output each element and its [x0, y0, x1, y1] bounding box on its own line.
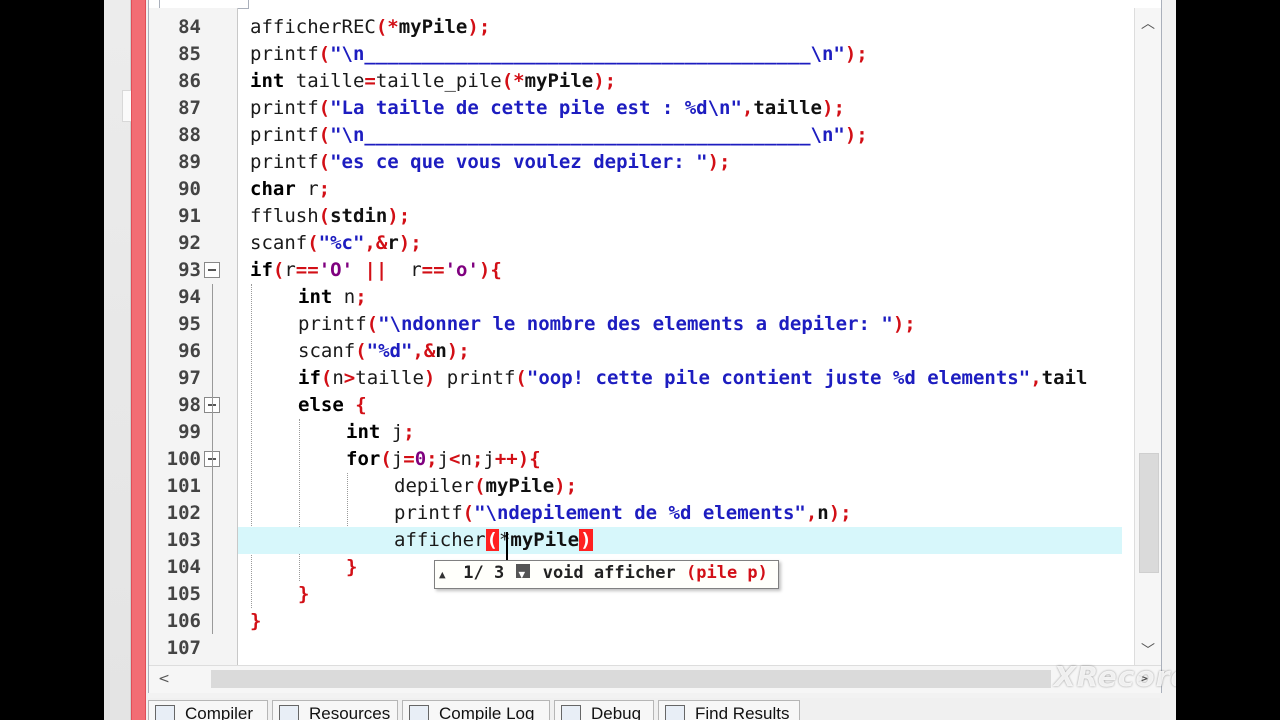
code-editor[interactable]: 84 85 86 87 88 89 90 91 92 93 94 95 96 9…	[148, 0, 1162, 693]
tab-debug[interactable]: Debug	[554, 700, 654, 720]
line-number: 97	[178, 367, 201, 389]
line-number: 102	[166, 502, 201, 524]
fold-toggle-icon[interactable]	[204, 262, 220, 278]
tab-find-results[interactable]: Find Results	[658, 700, 800, 720]
debug-icon	[561, 705, 581, 720]
scroll-thumb[interactable]	[1139, 453, 1159, 573]
signature-text: void afficher	[542, 563, 686, 583]
bottom-panel-tabs: Compiler Resources Compile Log Debug Fin…	[148, 698, 1160, 720]
scroll-thumb[interactable]	[211, 670, 1051, 688]
line-number-gutter: 84 85 86 87 88 89 90 91 92 93 94 95 96 9…	[149, 8, 238, 665]
line-number: 104	[166, 556, 201, 578]
line-number: 100	[149, 446, 237, 473]
scroll-down-icon[interactable]: ﹀	[1140, 643, 1156, 659]
code-line: fflush(stdin);	[250, 205, 411, 227]
scroll-left-icon[interactable]: <	[155, 670, 173, 688]
current-code-line[interactable]: afficher(*myPile)	[238, 527, 1122, 554]
indent-guide	[299, 419, 300, 581]
code-line: }	[250, 610, 262, 632]
code-line: char r;	[250, 178, 331, 200]
line-number: 91	[178, 205, 201, 227]
previous-overload-icon[interactable]	[437, 562, 451, 587]
ide-window: 84 85 86 87 88 89 90 91 92 93 94 95 96 9…	[104, 0, 1176, 720]
tab-compiler[interactable]: Compiler	[148, 700, 268, 720]
code-line: printf("\ndepilement de %d elements",n);	[394, 502, 852, 524]
line-number: 96	[178, 340, 201, 362]
line-number: 89	[178, 151, 201, 173]
code-line: if(n>taille) printf("oop! cette pile con…	[298, 367, 1088, 389]
line-number: 98	[149, 392, 237, 419]
signature-tooltip[interactable]: 1/ 3 void afficher (pile p)	[434, 560, 779, 589]
fold-line	[212, 284, 213, 634]
line-number: 101	[166, 475, 201, 497]
code-line: if(r=='O' || r=='o'){	[250, 259, 502, 281]
code-line: for(j=0;j<n;j++){	[346, 448, 541, 470]
line-number: 99	[178, 421, 201, 443]
line-number: 103	[166, 529, 201, 551]
line-number: 106	[166, 610, 201, 632]
tab-resources[interactable]: Resources	[272, 700, 398, 720]
tab-compile-log[interactable]: Compile Log	[402, 700, 550, 720]
code-line: printf("\n______________________________…	[250, 124, 868, 146]
line-number: 84	[178, 16, 201, 38]
code-line: else {	[298, 394, 367, 416]
code-line: printf("es ce que vous voulez depiler: "…	[250, 151, 731, 173]
vertical-scrollbar[interactable]: ︿ ﹀	[1134, 8, 1161, 665]
signature-param: (pile p)	[686, 563, 768, 583]
line-number: 92	[178, 232, 201, 254]
line-number: 94	[178, 286, 201, 308]
left-toolbar-strip	[104, 0, 132, 720]
line-number: 87	[178, 97, 201, 119]
line-number: 95	[178, 313, 201, 335]
recording-indicator-bar	[131, 0, 146, 720]
indent-guide	[251, 284, 252, 608]
line-number: 90	[178, 178, 201, 200]
line-number: 88	[178, 124, 201, 146]
code-line: scanf("%d",&n);	[298, 340, 470, 362]
code-line: afficherREC(*myPile);	[250, 16, 491, 38]
compiler-icon	[155, 705, 175, 720]
code-line: int j;	[346, 421, 415, 443]
code-line: depiler(myPile);	[394, 475, 578, 497]
overload-counter: 1/ 3	[463, 563, 505, 583]
line-number: 86	[178, 70, 201, 92]
code-line: printf("La taille de cette pile est : %d…	[250, 97, 845, 119]
code-line: int taille=taille_pile(*myPile);	[250, 70, 617, 92]
line-number: 93	[149, 257, 237, 284]
compile-log-icon	[409, 705, 429, 720]
code-line: printf("\n______________________________…	[250, 43, 868, 65]
resources-icon	[279, 705, 299, 720]
line-number: 105	[166, 583, 201, 605]
line-number: 107	[166, 637, 201, 659]
code-line: printf("\ndonner le nombre des elements …	[298, 313, 916, 335]
code-text-area[interactable]: afficherREC(*myPile); printf("\n________…	[238, 8, 1122, 665]
horizontal-scrollbar[interactable]: < >	[149, 665, 1161, 693]
code-line: int n;	[298, 286, 367, 308]
recorder-watermark: XRecorder	[1054, 660, 1176, 693]
line-number: 85	[178, 43, 201, 65]
find-results-icon	[665, 705, 685, 720]
scroll-up-icon[interactable]: ︿	[1140, 16, 1156, 32]
next-overload-icon[interactable]	[516, 562, 531, 587]
code-line: scanf("%c",&r);	[250, 232, 422, 254]
